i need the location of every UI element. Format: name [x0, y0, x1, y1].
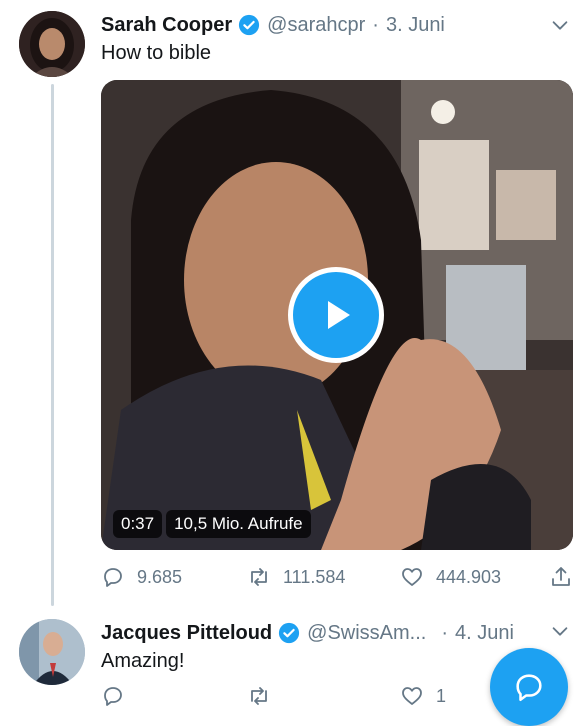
retweet-button[interactable] [247, 684, 283, 708]
play-icon [328, 301, 350, 329]
avatar-image [19, 11, 85, 77]
tweet-header: Sarah Cooper @sarahcpr · 3. Juni [101, 11, 445, 39]
like-button[interactable]: 1 [400, 684, 446, 708]
like-count: 1 [436, 685, 447, 706]
reply-icon [104, 568, 122, 587]
tweet-header: Jacques Pitteloud @SwissAm... · 4. Juni [101, 619, 521, 647]
avatar-image [19, 619, 85, 685]
retweet-count: 111.584 [283, 566, 346, 587]
video-player[interactable]: 0:37 10,5 Mio. Aufrufe [101, 80, 573, 550]
like-count: 444.903 [436, 566, 502, 587]
display-name[interactable]: Sarah Cooper [101, 14, 232, 37]
retweet-icon [251, 687, 267, 705]
avatar-jacques-pitteloud[interactable] [19, 619, 85, 685]
heart-icon [402, 687, 422, 705]
separator-dot: · [372, 13, 379, 36]
verified-badge-icon [279, 622, 300, 644]
retweet-button[interactable]: 111.584 [247, 565, 345, 589]
share-icon [552, 567, 570, 586]
tweet-text: How to bible [101, 42, 212, 64]
tweet-actions: 9.685 111.584 444.903 [101, 565, 571, 593]
chevron-down-icon[interactable] [549, 620, 571, 642]
reply-button[interactable]: 9.685 [101, 565, 182, 589]
play-button[interactable] [288, 267, 384, 363]
reply-count: 9.685 [137, 566, 183, 587]
thread-line [51, 84, 54, 606]
video-duration: 0:37 [113, 510, 163, 538]
reply-icon [104, 687, 122, 706]
video-meta: 0:37 10,5 Mio. Aufrufe [113, 510, 311, 538]
tweet-text: Amazing! [101, 650, 185, 672]
compose-reply-button[interactable] [490, 648, 568, 726]
tweet-date[interactable]: 4. Juni [455, 622, 514, 645]
heart-icon [402, 568, 422, 586]
share-button[interactable] [549, 565, 573, 589]
chevron-down-icon[interactable] [549, 14, 571, 36]
display-name[interactable]: Jacques Pitteloud [101, 622, 272, 645]
verified-badge-icon [239, 14, 260, 36]
reply-button[interactable] [101, 684, 137, 708]
avatar-sarah-cooper[interactable] [19, 11, 85, 77]
handle[interactable]: @sarahcpr [267, 14, 365, 37]
separator-dot: · [441, 621, 449, 644]
handle[interactable]: @SwissAm... [307, 622, 426, 645]
video-views: 10,5 Mio. Aufrufe [166, 510, 311, 538]
retweet-icon [251, 568, 267, 586]
tweet-date[interactable]: 3. Juni [386, 14, 445, 37]
compose-reply-icon [516, 674, 542, 702]
like-button[interactable]: 444.903 [400, 565, 501, 589]
